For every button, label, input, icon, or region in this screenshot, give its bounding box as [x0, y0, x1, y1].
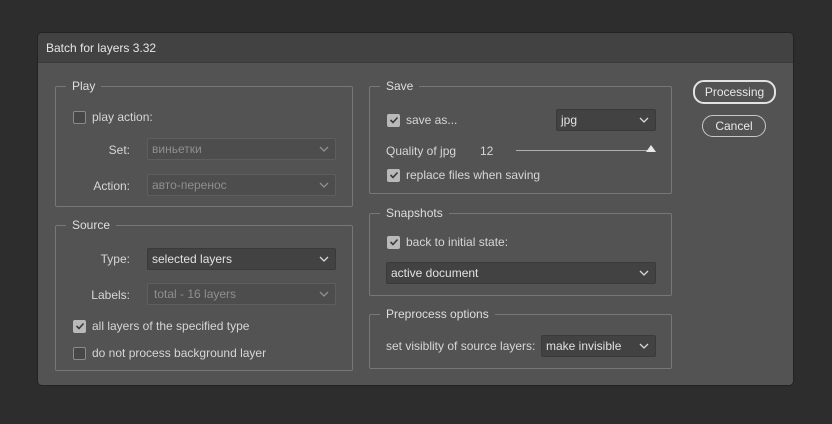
- set-dropdown[interactable]: виньетки: [147, 138, 336, 160]
- batch-dialog: Batch for layers 3.32 Play play action: …: [37, 32, 794, 386]
- checkmark-icon: [389, 171, 398, 179]
- window-title: Batch for layers 3.32: [38, 33, 793, 63]
- save-legend: Save: [380, 78, 420, 94]
- action-label-row: Action:: [56, 179, 130, 193]
- all-layers-checkbox[interactable]: all layers of the specified type: [73, 319, 249, 333]
- type-dropdown-value: selected layers: [152, 252, 233, 266]
- action-label: Action:: [93, 179, 130, 193]
- all-layers-checkbox-box[interactable]: [73, 319, 86, 333]
- preprocess-legend: Preprocess options: [380, 306, 495, 322]
- replace-checkbox-box[interactable]: [387, 168, 400, 182]
- save-as-checkbox[interactable]: save as...: [387, 113, 457, 127]
- save-as-label: save as...: [406, 113, 458, 127]
- visibility-dropdown[interactable]: make invisible: [541, 335, 656, 357]
- checkmark-icon: [389, 116, 398, 124]
- back-initial-label: back to initial state:: [406, 235, 509, 249]
- labels-dropdown-value: total - 16 layers: [154, 287, 237, 301]
- format-dropdown-value: jpg: [561, 113, 578, 127]
- document-dropdown[interactable]: active document: [386, 262, 656, 284]
- labels-label-row: Labels:: [56, 288, 130, 302]
- quality-value-row: 12: [480, 144, 493, 158]
- checkmark-icon: [389, 238, 398, 246]
- no-background-label: do not process background layer: [92, 346, 267, 360]
- chevron-down-icon: [639, 270, 649, 276]
- quality-row: Quality of jpg: [386, 144, 456, 158]
- visibility-row: set visiblity of source layers:: [386, 339, 535, 353]
- play-group: Play play action: Set: виньетки Action: …: [55, 78, 353, 207]
- visibility-label: set visiblity of source layers:: [386, 339, 536, 353]
- source-group: Source Type: selected layers Labels: tot…: [55, 217, 353, 371]
- labels-label: Labels:: [91, 288, 130, 302]
- cancel-button[interactable]: Cancel: [702, 115, 766, 137]
- set-label-row: Set:: [56, 143, 130, 157]
- chevron-down-icon: [639, 343, 649, 349]
- document-dropdown-value: active document: [391, 266, 479, 280]
- play-action-label: play action:: [92, 110, 153, 124]
- play-action-checkbox[interactable]: play action:: [73, 110, 153, 124]
- quality-slider[interactable]: [516, 150, 654, 151]
- checkmark-icon: [75, 322, 84, 330]
- labels-dropdown[interactable]: total - 16 layers: [147, 283, 336, 305]
- preprocess-group: Preprocess options set visiblity of sour…: [369, 306, 672, 369]
- no-background-checkbox[interactable]: do not process background layer: [73, 346, 266, 360]
- action-dropdown-value: авто-перенос: [152, 178, 227, 192]
- format-dropdown[interactable]: jpg: [556, 109, 656, 131]
- chevron-down-icon: [319, 256, 329, 262]
- type-dropdown[interactable]: selected layers: [147, 248, 336, 270]
- set-label: Set:: [108, 143, 130, 157]
- no-background-checkbox-box[interactable]: [73, 346, 86, 360]
- snapshots-group: Snapshots back to initial state: active …: [369, 205, 672, 296]
- set-dropdown-value: виньетки: [152, 142, 202, 156]
- visibility-dropdown-value: make invisible: [546, 339, 622, 353]
- save-as-checkbox-box[interactable]: [387, 113, 400, 127]
- replace-checkbox[interactable]: replace files when saving: [387, 168, 540, 182]
- type-label-row: Type:: [56, 252, 130, 266]
- chevron-down-icon: [319, 182, 329, 188]
- all-layers-label: all layers of the specified type: [92, 319, 250, 333]
- type-label: Type:: [100, 252, 130, 266]
- replace-label: replace files when saving: [406, 168, 541, 182]
- quality-label: Quality of jpg: [386, 144, 457, 158]
- back-initial-checkbox[interactable]: back to initial state:: [387, 235, 508, 249]
- processing-button[interactable]: Processing: [693, 80, 776, 104]
- snapshots-legend: Snapshots: [380, 205, 449, 221]
- chevron-down-icon: [319, 291, 329, 297]
- quality-value: 12: [480, 144, 494, 158]
- chevron-down-icon: [639, 117, 649, 123]
- quality-slider-thumb[interactable]: [646, 145, 656, 152]
- play-legend: Play: [66, 78, 102, 94]
- save-group: Save save as... jpg Quality of jpg 12 re…: [369, 78, 672, 194]
- source-legend: Source: [66, 217, 117, 233]
- action-dropdown[interactable]: авто-перенос: [147, 174, 336, 196]
- chevron-down-icon: [319, 146, 329, 152]
- play-action-checkbox-box[interactable]: [73, 110, 86, 124]
- back-initial-checkbox-box[interactable]: [387, 235, 400, 249]
